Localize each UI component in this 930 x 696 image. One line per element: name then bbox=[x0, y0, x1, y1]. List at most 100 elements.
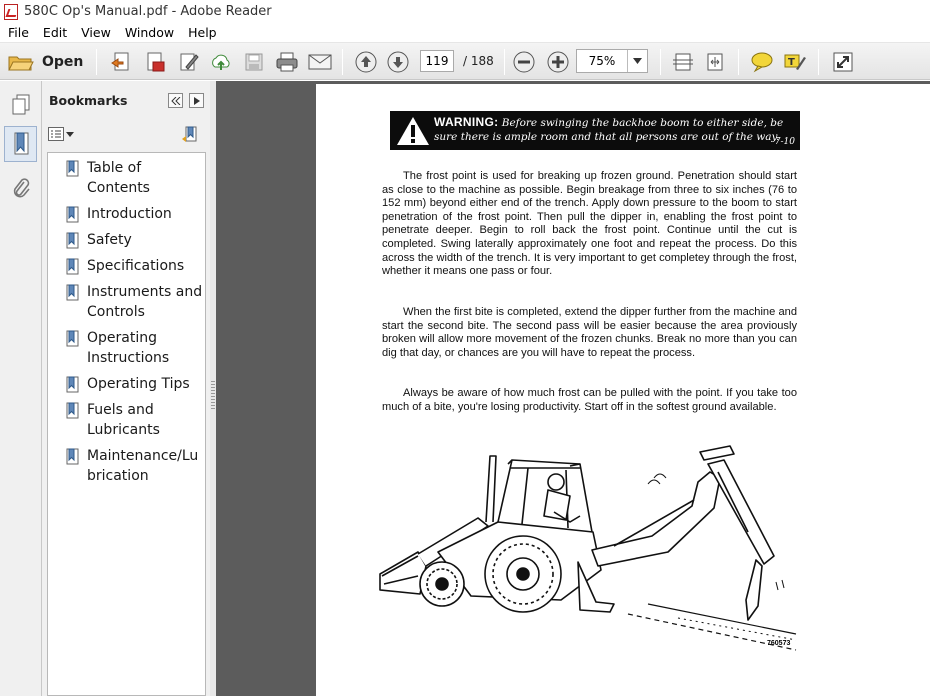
fit-width-button[interactable] bbox=[702, 50, 728, 74]
window-title: 580C Op's Manual.pdf - Adobe Reader bbox=[24, 4, 272, 19]
export-icon bbox=[147, 52, 165, 72]
splitter-grip-icon bbox=[211, 381, 215, 409]
open-folder-icon bbox=[8, 56, 34, 71]
chevron-down-icon[interactable] bbox=[627, 50, 647, 72]
open-button[interactable]: Open bbox=[8, 50, 86, 74]
options-menu-button[interactable] bbox=[48, 127, 74, 141]
bookmark-icon bbox=[66, 284, 79, 301]
zoom-out-icon bbox=[513, 51, 535, 73]
double-chevron-left-icon bbox=[170, 96, 180, 105]
zoom-in-icon bbox=[547, 51, 569, 73]
attachments-button[interactable] bbox=[4, 171, 37, 207]
bookmark-ribbon-icon bbox=[14, 132, 28, 155]
save-button[interactable] bbox=[242, 50, 266, 74]
svg-text:T: T bbox=[788, 57, 795, 68]
warning-code: 7-10 bbox=[774, 137, 795, 147]
bookmark-item[interactable]: Operating Tips bbox=[66, 374, 206, 394]
bookmark-icon bbox=[66, 376, 79, 393]
figure-code: 760573 bbox=[767, 640, 791, 647]
page-thumbnails-button[interactable] bbox=[4, 87, 37, 123]
bookmark-label: Operating Tips bbox=[87, 376, 190, 392]
bookmark-expand-icon bbox=[182, 126, 197, 142]
bookmarks-title: Bookmarks bbox=[49, 93, 128, 108]
page-number-input[interactable]: 119 bbox=[420, 50, 454, 72]
bookmark-label: Instruments and Controls bbox=[87, 284, 203, 320]
bookmark-icon bbox=[66, 258, 79, 275]
expand-bookmark-button[interactable] bbox=[181, 126, 199, 146]
zoom-in-button[interactable] bbox=[546, 50, 570, 74]
bookmark-list: Table of Contents Introduction Safety Sp… bbox=[47, 152, 206, 696]
sign-button[interactable] bbox=[176, 50, 202, 74]
expand-button[interactable] bbox=[830, 50, 856, 74]
backhoe-illustration bbox=[379, 445, 797, 651]
previous-page-icon bbox=[355, 51, 377, 73]
bookmark-label: Fuels and Lubricants bbox=[87, 402, 160, 438]
create-pdf-button[interactable] bbox=[108, 50, 134, 74]
bookmark-item[interactable]: Fuels and Lubricants bbox=[66, 400, 206, 440]
bookmark-icon bbox=[66, 206, 79, 223]
highlight-icon: T bbox=[784, 54, 806, 70]
chevron-down-icon bbox=[66, 131, 74, 137]
paragraph: The frost point is used for breaking up … bbox=[382, 170, 797, 278]
paragraph: When the first bite is completed, extend… bbox=[382, 306, 797, 359]
expand-icon bbox=[833, 52, 853, 72]
menu-file[interactable]: File bbox=[2, 23, 35, 43]
navigation-rail bbox=[0, 81, 42, 696]
bookmark-item[interactable]: Specifications bbox=[66, 256, 206, 276]
menu-view[interactable]: View bbox=[75, 23, 117, 43]
export-button[interactable] bbox=[142, 50, 168, 74]
bookmark-label: Maintenance/Lubrication bbox=[87, 448, 199, 484]
panel-menu-button[interactable] bbox=[189, 93, 204, 108]
bookmark-icon bbox=[66, 160, 79, 177]
bookmark-icon bbox=[66, 330, 79, 347]
next-page-button[interactable] bbox=[386, 50, 410, 74]
save-icon bbox=[245, 53, 263, 71]
pages-icon bbox=[12, 94, 29, 115]
menu-help[interactable]: Help bbox=[182, 23, 223, 43]
zoom-select[interactable]: 75% bbox=[576, 49, 648, 73]
zoom-out-button[interactable] bbox=[512, 50, 536, 74]
bookmark-icon bbox=[66, 448, 79, 465]
document-viewport[interactable]: WARNING: Before swinging the backhoe boo… bbox=[216, 81, 930, 696]
menu-window[interactable]: Window bbox=[119, 23, 180, 43]
comment-button[interactable] bbox=[748, 50, 776, 74]
menu-edit[interactable]: Edit bbox=[37, 23, 73, 43]
bookmarks-toolbar bbox=[42, 119, 210, 149]
bookmark-item[interactable]: Maintenance/Lubrication bbox=[66, 446, 206, 486]
bookmarks-panel: Bookmarks Table of Contents Introduction… bbox=[42, 81, 210, 696]
previous-page-button[interactable] bbox=[354, 50, 378, 74]
collapse-panel-button[interactable] bbox=[168, 93, 183, 108]
email-button[interactable] bbox=[306, 50, 334, 74]
bookmark-item[interactable]: Introduction bbox=[66, 204, 206, 224]
bookmark-item[interactable]: Instruments and Controls bbox=[66, 282, 206, 322]
bookmark-label: Safety bbox=[87, 232, 132, 248]
warning-triangle-icon bbox=[397, 117, 429, 145]
bookmark-label: Operating Instructions bbox=[87, 330, 170, 366]
fit-page-icon bbox=[673, 53, 693, 71]
pdf-page: WARNING: Before swinging the backhoe boo… bbox=[316, 84, 930, 696]
next-page-icon bbox=[387, 51, 409, 73]
bookmark-item[interactable]: Operating Instructions bbox=[66, 328, 206, 368]
zoom-value: 75% bbox=[588, 54, 616, 68]
create-pdf-icon bbox=[111, 52, 129, 71]
print-icon bbox=[276, 52, 298, 72]
bookmark-item[interactable]: Safety bbox=[66, 230, 206, 250]
cloud-upload-button[interactable] bbox=[208, 50, 234, 74]
paperclip-icon bbox=[13, 178, 30, 198]
print-button[interactable] bbox=[274, 50, 300, 74]
title-bar: 580C Op's Manual.pdf - Adobe Reader bbox=[0, 0, 930, 23]
highlight-button[interactable]: T bbox=[780, 50, 808, 74]
bookmarks-button[interactable] bbox=[4, 126, 37, 162]
bookmark-label: Introduction bbox=[87, 206, 172, 222]
bookmark-icon bbox=[66, 232, 79, 249]
bookmark-item[interactable]: Table of Contents bbox=[66, 158, 206, 198]
fit-page-button[interactable] bbox=[670, 50, 696, 74]
warning-heading: WARNING: bbox=[434, 115, 499, 129]
page-total: / 188 bbox=[463, 54, 494, 68]
pdf-app-icon bbox=[4, 3, 18, 20]
warning-box: WARNING: Before swinging the backhoe boo… bbox=[390, 111, 800, 150]
menu-bar: File Edit View Window Help bbox=[0, 23, 930, 43]
paragraph: Always be aware of how much frost can be… bbox=[382, 387, 797, 413]
sign-icon bbox=[180, 53, 199, 71]
bookmarks-panel-header: Bookmarks bbox=[42, 81, 210, 119]
